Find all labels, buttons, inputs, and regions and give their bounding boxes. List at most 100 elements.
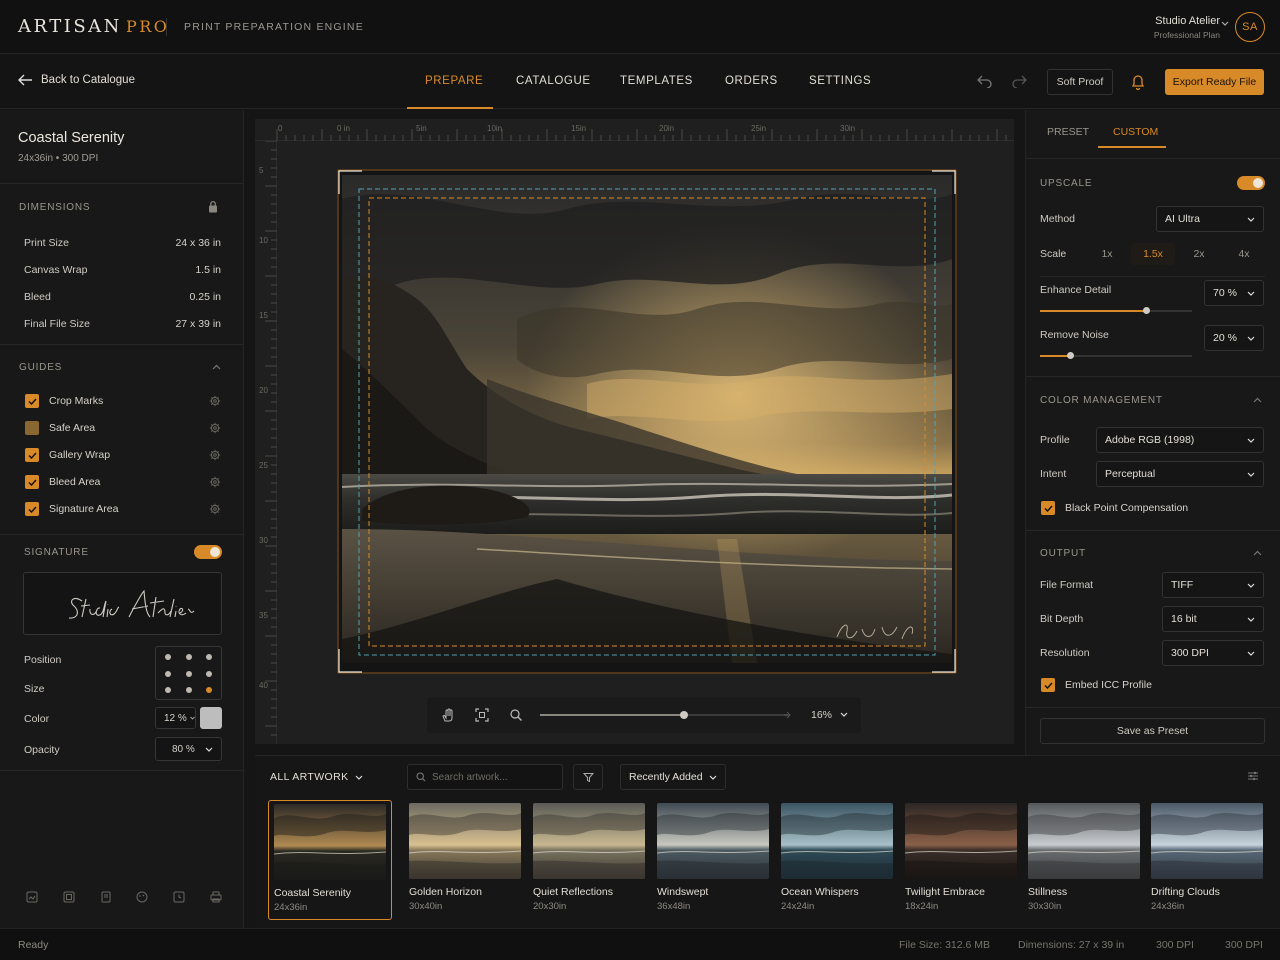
checkbox[interactable] bbox=[25, 448, 39, 462]
artwork-card-golden-horizon[interactable]: Golden Horizon 30x40in bbox=[404, 800, 528, 920]
opacity-select[interactable]: 80 % bbox=[155, 737, 222, 761]
checkbox[interactable] bbox=[1041, 678, 1055, 692]
method-select[interactable]: AI Ultra bbox=[1156, 206, 1264, 232]
profile-select[interactable]: Adobe RGB (1998) bbox=[1096, 427, 1264, 453]
app-logo[interactable]: ARTISAN PRO bbox=[18, 16, 169, 37]
back-to-catalogue-button[interactable]: Back to Catalogue bbox=[18, 74, 135, 86]
export-ready-file-button[interactable]: Export Ready File bbox=[1165, 69, 1264, 95]
position-dot-top-center[interactable] bbox=[186, 654, 192, 660]
checkbox[interactable] bbox=[25, 502, 39, 516]
guide-row-signature-area[interactable]: Signature Area bbox=[25, 501, 221, 517]
chevron-up-icon[interactable] bbox=[212, 364, 221, 370]
chevron-up-icon[interactable] bbox=[1253, 550, 1262, 556]
position-dot-middle-left[interactable] bbox=[165, 671, 171, 677]
checkbox[interactable] bbox=[25, 421, 39, 435]
zoom-icon[interactable] bbox=[509, 708, 523, 722]
print-icon[interactable] bbox=[210, 891, 222, 903]
artwork-card-quiet-reflections[interactable]: Quiet Reflections 20x30in bbox=[528, 800, 652, 920]
position-dot-bottom-center[interactable] bbox=[186, 687, 192, 693]
filter-button[interactable] bbox=[573, 764, 603, 790]
scale-option-1.5x[interactable]: 1.5x bbox=[1131, 243, 1175, 265]
chevron-down-icon[interactable] bbox=[1221, 19, 1229, 27]
position-dot-bottom-left[interactable] bbox=[165, 687, 171, 693]
hand-icon[interactable] bbox=[441, 708, 455, 722]
tab-settings[interactable]: SETTINGS bbox=[809, 75, 871, 87]
signature-preview[interactable] bbox=[23, 572, 222, 635]
black-point-compensation-checkbox[interactable]: Black Point Compensation bbox=[1041, 501, 1188, 515]
resolution-select[interactable]: 300 DPI bbox=[1162, 640, 1264, 666]
sliders-icon[interactable] bbox=[1247, 770, 1259, 782]
zoom-in-icon[interactable] bbox=[783, 711, 791, 719]
settings-icon[interactable] bbox=[209, 503, 221, 515]
search-input[interactable] bbox=[432, 771, 552, 783]
artwork-card-twilight-embrace[interactable]: Twilight Embrace 18x24in bbox=[900, 800, 1024, 920]
signature-toggle[interactable] bbox=[194, 545, 222, 559]
redo-icon[interactable] bbox=[1011, 74, 1027, 88]
checkbox[interactable] bbox=[25, 394, 39, 408]
guide-row-gallery-wrap[interactable]: Gallery Wrap bbox=[25, 447, 221, 463]
enhance-detail-slider[interactable] bbox=[1040, 310, 1192, 312]
size-select[interactable]: 12 % bbox=[155, 707, 196, 729]
lock-icon[interactable] bbox=[208, 200, 218, 213]
position-dot-middle-right[interactable] bbox=[206, 671, 212, 677]
enhance-detail-knob[interactable] bbox=[1143, 307, 1151, 314]
tab-preset[interactable]: PRESET bbox=[1047, 126, 1089, 138]
remove-noise-slider[interactable] bbox=[1040, 355, 1192, 357]
intent-select[interactable]: Perceptual bbox=[1096, 461, 1264, 487]
checkbox[interactable] bbox=[25, 475, 39, 489]
settings-icon[interactable] bbox=[209, 395, 221, 407]
checkbox[interactable] bbox=[1041, 501, 1055, 515]
remove-noise-select[interactable]: 20 % bbox=[1204, 325, 1264, 351]
chevron-down-icon[interactable] bbox=[840, 712, 848, 717]
upscale-toggle[interactable] bbox=[1237, 176, 1265, 190]
search-artwork-field[interactable] bbox=[407, 764, 563, 790]
image-icon[interactable] bbox=[26, 891, 38, 903]
document-icon[interactable] bbox=[100, 891, 112, 903]
position-dot-center[interactable] bbox=[186, 671, 192, 677]
tab-orders[interactable]: ORDERS bbox=[725, 75, 778, 87]
canvas-area[interactable]: 0 0 in 5in 10in 15in 20in 25in 30in 5 10… bbox=[255, 119, 1014, 744]
bell-icon[interactable] bbox=[1131, 74, 1145, 90]
zoom-slider-knob[interactable] bbox=[679, 711, 688, 719]
artwork-card-coastal-serenity[interactable]: Coastal Serenity 24x36in bbox=[268, 800, 392, 920]
remove-noise-knob[interactable] bbox=[1067, 352, 1075, 359]
artwork-card-drifting-clouds[interactable]: Drifting Clouds 24x36in bbox=[1146, 800, 1270, 920]
artwork-card-stillness[interactable]: Stillness 30x30in bbox=[1023, 800, 1147, 920]
position-dot-top-left[interactable] bbox=[165, 654, 171, 660]
enhance-detail-select[interactable]: 70 % bbox=[1204, 280, 1264, 306]
scale-option-4x[interactable]: 4x bbox=[1222, 243, 1266, 265]
user-name[interactable]: Studio Atelier bbox=[1155, 15, 1220, 27]
tab-custom[interactable]: CUSTOM bbox=[1113, 126, 1158, 138]
palette-icon[interactable] bbox=[136, 891, 148, 903]
sort-select[interactable]: Recently Added bbox=[620, 764, 726, 790]
save-as-preset-button[interactable]: Save as Preset bbox=[1040, 718, 1265, 744]
zoom-value[interactable]: 16% bbox=[811, 709, 832, 721]
file-format-select[interactable]: TIFF bbox=[1162, 572, 1264, 598]
color-swatch[interactable] bbox=[200, 707, 222, 729]
artwork-card-windswept[interactable]: Windswept 36x48in bbox=[652, 800, 776, 920]
tab-templates[interactable]: TEMPLATES bbox=[620, 75, 693, 87]
guide-row-crop-marks[interactable]: Crop Marks bbox=[25, 393, 221, 409]
fit-screen-icon[interactable] bbox=[475, 708, 489, 722]
settings-icon[interactable] bbox=[209, 449, 221, 461]
tab-prepare[interactable]: PREPARE bbox=[425, 75, 483, 87]
guide-row-safe-area[interactable]: Safe Area bbox=[25, 420, 221, 436]
artwork-canvas[interactable] bbox=[337, 169, 957, 674]
undo-icon[interactable] bbox=[977, 74, 993, 88]
scale-option-2x[interactable]: 2x bbox=[1177, 243, 1221, 265]
position-grid[interactable] bbox=[155, 646, 222, 700]
artwork-card-ocean-whispers[interactable]: Ocean Whispers 24x24in bbox=[776, 800, 900, 920]
embed-icc-profile-checkbox[interactable]: Embed ICC Profile bbox=[1041, 678, 1152, 692]
guide-row-bleed-area[interactable]: Bleed Area bbox=[25, 474, 221, 490]
layers-icon[interactable] bbox=[63, 891, 75, 903]
position-dot-bottom-right[interactable] bbox=[206, 687, 212, 693]
tab-catalogue[interactable]: CATALOGUE bbox=[516, 75, 591, 87]
history-icon[interactable] bbox=[173, 891, 185, 903]
all-artwork-dropdown[interactable]: ALL ARTWORK bbox=[270, 771, 363, 783]
avatar[interactable]: SA bbox=[1235, 12, 1265, 42]
position-dot-top-right[interactable] bbox=[206, 654, 212, 660]
settings-icon[interactable] bbox=[209, 476, 221, 488]
settings-icon[interactable] bbox=[209, 422, 221, 434]
chevron-up-icon[interactable] bbox=[1253, 397, 1262, 403]
scale-option-1x[interactable]: 1x bbox=[1085, 243, 1129, 265]
